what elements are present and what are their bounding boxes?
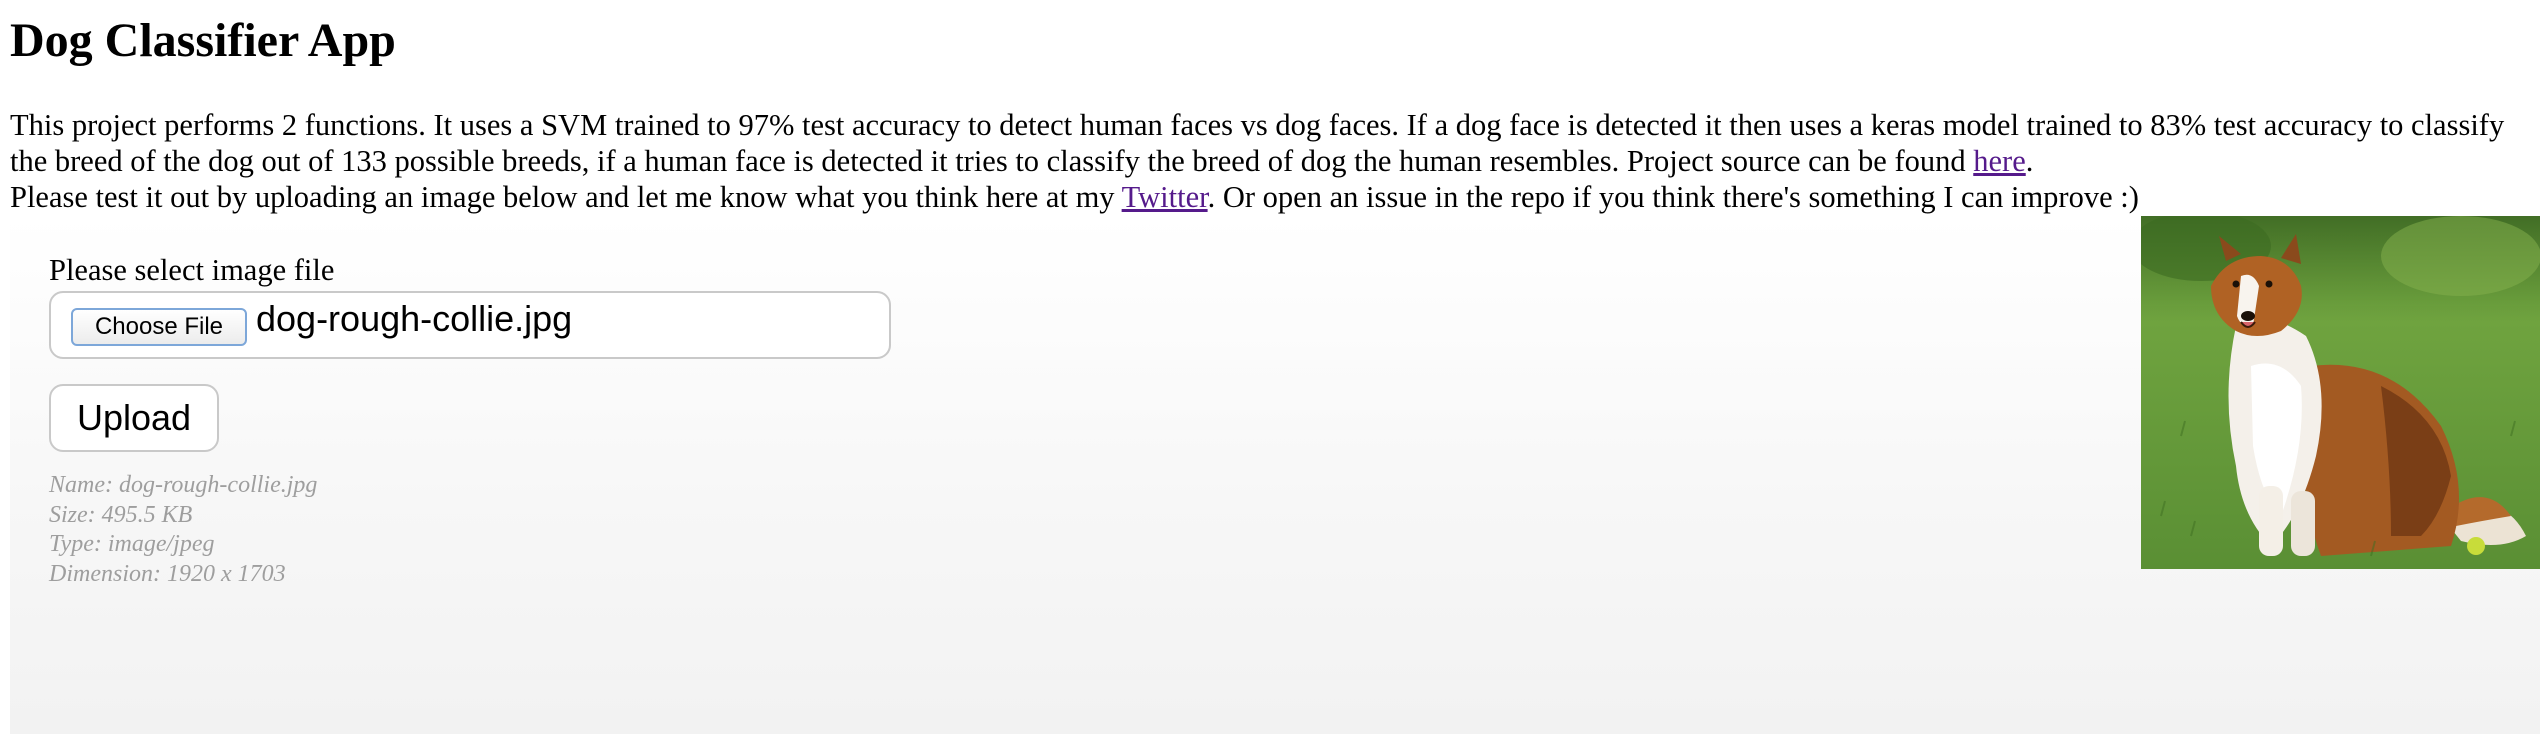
- file-meta-size: Size: 495.5 KB: [49, 501, 193, 528]
- file-meta-type: Type: image/jpeg: [49, 531, 215, 557]
- feedback-text-end: . Or open an issue in the repo if you th…: [1207, 180, 2139, 214]
- feedback-text: Please test it out by uploading an image…: [10, 180, 1122, 214]
- rough-collie-photo: [2141, 216, 2540, 569]
- file-field-label: Please select image file: [49, 253, 335, 287]
- intro-text: This project performs 2 functions. It us…: [10, 107, 2540, 215]
- upload-button[interactable]: Upload: [49, 384, 219, 452]
- file-metadata: Name: dog-rough-collie.jpg Size: 495.5 K…: [49, 471, 317, 589]
- intro-paragraph-end: .: [2025, 144, 2034, 178]
- image-preview: [2141, 216, 2540, 569]
- source-link[interactable]: here: [1973, 144, 2025, 178]
- selected-file-name: dog-rough-collie.jpg: [256, 298, 573, 339]
- twitter-link[interactable]: Twitter: [1122, 180, 1208, 214]
- page-title: Dog Classifier App: [10, 14, 396, 67]
- intro-paragraph-text: This project performs 2 functions. It us…: [10, 108, 2505, 178]
- file-meta-dimension: Dimension: 1920 x 1703: [49, 560, 286, 587]
- file-meta-name: Name: dog-rough-collie.jpg: [49, 472, 318, 498]
- choose-file-button[interactable]: Choose File: [71, 308, 247, 346]
- file-input[interactable]: Choose File dog-rough-collie.jpg: [49, 291, 891, 359]
